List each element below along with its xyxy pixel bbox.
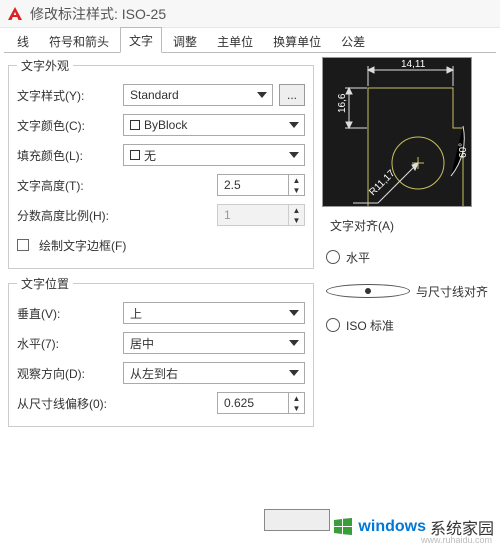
legend-appearance: 文字外观 xyxy=(17,57,73,74)
chevron-down-icon xyxy=(256,89,268,101)
chevron-down-icon xyxy=(288,149,300,161)
label-horizontal: 水平(7): xyxy=(17,335,117,352)
autocad-icon xyxy=(6,5,24,23)
select-horizontal[interactable]: 居中 xyxy=(123,332,305,354)
label-text-color: 文字颜色(C): xyxy=(17,117,117,134)
preview-dim-radius: R11,17 xyxy=(367,168,397,198)
dimension-preview: 14,11 16,6 R11,17 60° xyxy=(322,57,472,207)
preview-dim-angle: 60° xyxy=(458,143,469,158)
label-offset: 从尺寸线偏移(0): xyxy=(17,395,137,412)
label-radio-horizontal: 水平 xyxy=(346,249,370,266)
button-text-style-browse[interactable]: ... xyxy=(279,84,305,106)
tab-bar: 线 符号和箭头 文字 调整 主单位 换算单位 公差 xyxy=(0,28,500,52)
select-text-style[interactable]: Standard xyxy=(123,84,273,106)
select-vertical-value: 上 xyxy=(130,305,142,322)
radio-iso-standard[interactable] xyxy=(326,318,340,332)
select-text-style-value: Standard xyxy=(130,88,179,102)
group-text-appearance: 文字外观 文字样式(Y): Standard ... 文字颜色(C): ByBl… xyxy=(8,57,314,269)
tab-fit[interactable]: 调整 xyxy=(164,28,206,53)
tab-symbols-arrows[interactable]: 符号和箭头 xyxy=(40,28,118,53)
preview-dim-top: 14,11 xyxy=(401,59,426,70)
select-viewdir[interactable]: 从左到右 xyxy=(123,362,305,384)
label-vertical: 垂直(V): xyxy=(17,305,117,322)
spinner-arrows-icon: ▲▼ xyxy=(288,205,304,225)
swatch-byblock-icon xyxy=(130,120,140,130)
preview-dim-left: 16,6 xyxy=(337,93,348,113)
tab-alt-units[interactable]: 换算单位 xyxy=(264,28,330,53)
chevron-down-icon xyxy=(288,367,300,379)
spinner-arrows-icon: ▲▼ xyxy=(288,175,304,195)
label-draw-frame: 绘制文字边框(F) xyxy=(39,237,126,254)
select-fill-color[interactable]: 无 xyxy=(123,144,305,166)
window-title: 修改标注样式: ISO-25 xyxy=(30,4,166,24)
radio-align-dimline[interactable] xyxy=(326,284,410,298)
spinner-text-height-value: 2.5 xyxy=(218,178,288,192)
spinner-offset[interactable]: 0.625 ▲▼ xyxy=(217,392,305,414)
tab-text[interactable]: 文字 xyxy=(120,27,162,53)
group-text-alignment: 文字对齐(A) 水平 与尺寸线对齐 ISO 标准 xyxy=(322,217,492,348)
select-text-color[interactable]: ByBlock xyxy=(123,114,305,136)
select-horizontal-value: 居中 xyxy=(130,335,154,352)
spinner-offset-value: 0.625 xyxy=(218,396,288,410)
checkbox-draw-frame[interactable] xyxy=(17,239,29,251)
tab-primary-units[interactable]: 主单位 xyxy=(208,28,262,53)
legend-placement: 文字位置 xyxy=(17,275,73,292)
legend-alignment: 文字对齐(A) xyxy=(326,217,398,234)
watermark-url: www.ruhaidu.com xyxy=(421,535,492,545)
label-text-height: 文字高度(T): xyxy=(17,177,117,194)
label-fraction-height: 分数高度比例(H): xyxy=(17,207,137,224)
spinner-fraction-height-value: 1 xyxy=(218,208,288,222)
select-text-color-value: ByBlock xyxy=(144,118,187,132)
label-viewdir: 观察方向(D): xyxy=(17,365,117,382)
spinner-text-height[interactable]: 2.5 ▲▼ xyxy=(217,174,305,196)
select-vertical[interactable]: 上 xyxy=(123,302,305,324)
tab-tolerances[interactable]: 公差 xyxy=(332,28,374,53)
watermark-text1: windows xyxy=(358,518,426,536)
radio-horizontal[interactable] xyxy=(326,250,340,264)
spinner-arrows-icon: ▲▼ xyxy=(288,393,304,413)
swatch-none-icon xyxy=(130,150,140,160)
label-radio-align-dimline: 与尺寸线对齐 xyxy=(416,283,488,300)
windows-logo-icon xyxy=(332,516,354,538)
chevron-down-icon xyxy=(288,119,300,131)
footer-button[interactable] xyxy=(264,509,330,531)
label-fill-color: 填充颜色(L): xyxy=(17,147,117,164)
label-text-style: 文字样式(Y): xyxy=(17,87,117,104)
tab-line[interactable]: 线 xyxy=(8,28,38,53)
chevron-down-icon xyxy=(288,307,300,319)
select-fill-color-value: 无 xyxy=(144,147,156,164)
group-text-placement: 文字位置 垂直(V): 上 水平(7): 居中 xyxy=(8,275,314,427)
chevron-down-icon xyxy=(288,337,300,349)
title-bar: 修改标注样式: ISO-25 xyxy=(0,0,500,28)
label-radio-iso-standard: ISO 标准 xyxy=(346,317,394,334)
select-viewdir-value: 从左到右 xyxy=(130,365,178,382)
spinner-fraction-height: 1 ▲▼ xyxy=(217,204,305,226)
